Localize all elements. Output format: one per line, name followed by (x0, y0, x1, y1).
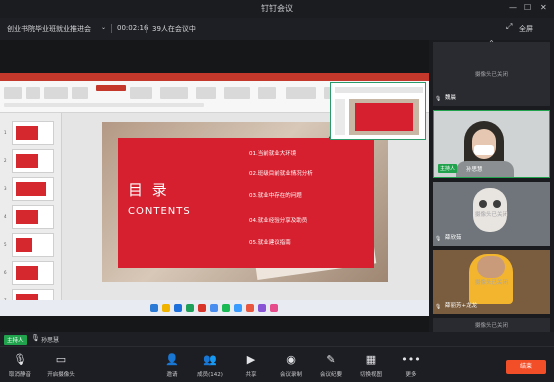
screen-share-preview[interactable] (330, 82, 426, 140)
divider (146, 24, 147, 33)
speaker-indicator: 主持人 🎙 孙思慧 (0, 332, 429, 346)
slide-thumbnail[interactable]: 1 (4, 121, 54, 145)
participant-name: 孙思慧 (466, 167, 483, 173)
mic-off-icon: 🎙 (435, 304, 442, 310)
app-icon[interactable] (150, 304, 158, 312)
folder-icon[interactable] (162, 304, 170, 312)
record-button[interactable]: ◉ 会议录制 (271, 353, 311, 378)
wechat-icon[interactable] (222, 304, 230, 312)
app-icon[interactable] (246, 304, 254, 312)
slide-thumbnail[interactable]: 2 (4, 149, 54, 173)
more-button[interactable]: ••• 更多 (391, 353, 431, 378)
app-icon[interactable] (258, 304, 266, 312)
toc-item: 05.就业建议指南 (249, 240, 291, 246)
unmute-button[interactable]: 🎙 取消静音 (0, 353, 40, 378)
attendee-count[interactable]: 39人在会议中 (152, 24, 196, 34)
slide-title: 目 录 (128, 181, 169, 199)
participant-tile[interactable]: 摄像头已关闭 🎙 薛欣茹 (433, 182, 550, 246)
slide-subtitle: CONTENTS (128, 206, 191, 217)
share-button[interactable]: ▶ 共享 (231, 353, 271, 378)
more-icon: ••• (401, 353, 421, 366)
notes-button[interactable]: ✎ 会议纪要 (311, 353, 351, 378)
maximize-button[interactable]: ☐ (524, 3, 531, 12)
window-titlebar: 钉钉会议 — ☐ ✕ (0, 0, 554, 18)
host-badge: 主持人 (438, 164, 458, 173)
slide-red-panel (118, 138, 374, 268)
view-icon: ▦ (365, 353, 377, 366)
camera-off-icon: ▭ (55, 353, 67, 366)
meeting-duration: 00:02:16 (117, 24, 149, 32)
chevron-down-icon[interactable]: ⌄ (101, 24, 106, 31)
slide-thumbnail[interactable]: 6 (4, 261, 54, 285)
notes-icon: ✎ (326, 353, 336, 366)
slide-thumbnail[interactable]: 4 (4, 205, 54, 229)
mic-off-icon: 🎙 (435, 236, 442, 242)
camera-off-label: 摄像头已关闭 (474, 72, 508, 78)
slide-thumbnail[interactable]: 3 (4, 177, 54, 201)
end-meeting-button[interactable]: 结束 (506, 360, 546, 374)
ppt-thumbnail-pane: 1 2 3 4 5 6 7 (0, 113, 62, 309)
app-icon[interactable] (210, 304, 218, 312)
window-title: 钉钉会议 (261, 4, 293, 13)
toc-item: 02.班级目前就业情况分析 (249, 171, 313, 177)
toc-item: 04.就业经验分享及助员 (249, 218, 308, 224)
meeting-toolbar: 🎙 取消静音 ▭ 开启摄像头 👤 邀请 👥 成员(142) ▶ 共享 ◉ 会议录… (0, 346, 554, 382)
minimize-button[interactable]: — (509, 3, 517, 12)
participant-name: 魏晨 (445, 95, 457, 101)
participant-tile[interactable]: 摄像头已关闭 🎙 薛丽芳+龙龙 (433, 250, 550, 314)
divider (111, 24, 112, 33)
members-button[interactable]: 👥 成员(142) (190, 353, 230, 378)
host-badge: 主持人 (4, 335, 27, 345)
toc-item: 03.就业中存在的问题 (249, 193, 302, 199)
current-slide: 目 录 CONTENTS 01.当前就业大环境 02.班级目前就业情况分析 03… (102, 122, 388, 282)
invite-button[interactable]: 👤 邀请 (152, 353, 192, 378)
host-name: 孙思慧 (41, 337, 60, 344)
os-taskbar (0, 300, 429, 316)
participant-panel: ⌃ 摄像头已关闭 🎙 魏晨 主持人 孙思慧 摄像头已关闭 🎙 薛欣茹 摄像头已关… (429, 39, 554, 332)
participant-tile[interactable]: 摄像头已关闭 🎙 魏晨 (433, 42, 550, 106)
switch-view-button[interactable]: ▦ 切换视图 (351, 353, 391, 378)
powerpoint-icon[interactable] (198, 304, 206, 312)
mic-off-icon: 🎙 (435, 96, 442, 102)
share-icon: ▶ (246, 353, 256, 366)
meeting-info-bar: 创业书院毕业班就业推进会 ⌄ 00:02:16 39人在会议中 ⤢ 全屏 (0, 18, 554, 40)
mic-off-icon: 🎙 (13, 353, 27, 366)
app-icon[interactable] (186, 304, 194, 312)
participant-tile-active[interactable]: 主持人 孙思慧 (433, 110, 550, 178)
invite-icon: 👤 (165, 353, 179, 366)
mic-icon: 🎙 (31, 334, 40, 342)
camera-on-button[interactable]: ▭ 开启摄像头 (41, 353, 81, 378)
toc-item: 01.当前就业大环境 (249, 151, 297, 157)
participant-name: 薛丽芳+龙龙 (445, 303, 478, 309)
participant-tile[interactable]: 摄像头已关闭 (433, 318, 550, 332)
members-icon: 👥 (203, 353, 217, 366)
slide-thumbnail[interactable]: 5 (4, 233, 54, 257)
app-icon[interactable] (270, 304, 278, 312)
camera-off-label: 摄像头已关闭 (474, 323, 508, 329)
participant-name: 薛欣茹 (445, 235, 462, 241)
fullscreen-icon[interactable]: ⤢ (506, 22, 512, 32)
camera-off-label: 摄像头已关闭 (474, 212, 508, 218)
dingtalk-icon[interactable] (234, 304, 242, 312)
meeting-name[interactable]: 创业书院毕业班就业推进会 (7, 24, 91, 34)
camera-off-label: 摄像头已关闭 (474, 280, 508, 286)
close-button[interactable]: ✕ (540, 3, 547, 12)
fullscreen-button[interactable]: 全屏 (519, 24, 533, 34)
ppt-titlebar (0, 73, 429, 81)
record-icon: ◉ (286, 353, 296, 366)
browser-icon[interactable] (174, 304, 182, 312)
